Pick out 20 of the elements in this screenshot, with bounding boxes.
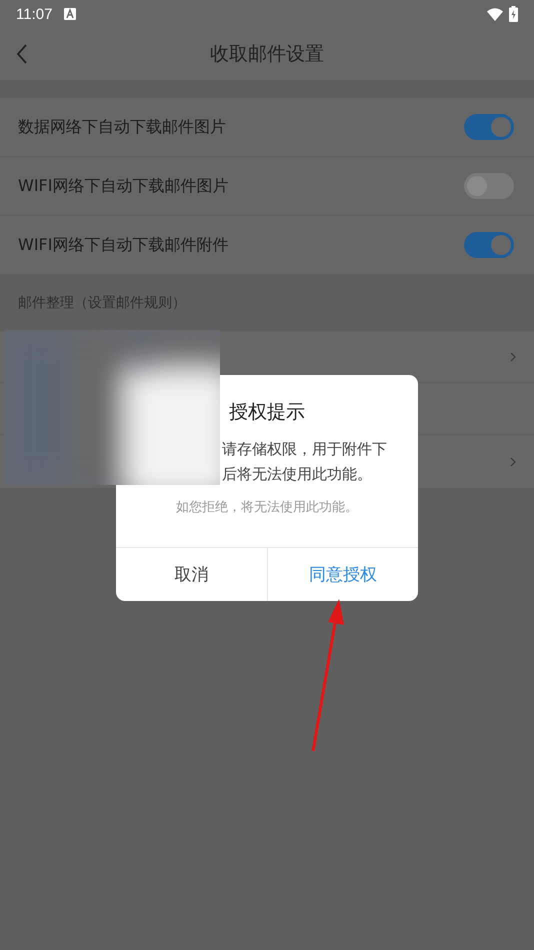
battery-icon: [509, 6, 518, 22]
dialog-message: 请存储权限，用于附件下: [222, 439, 388, 459]
setting-label: WIFI网络下自动下载邮件附件: [18, 234, 230, 256]
setting-label: WIFI网络下自动下载邮件图片: [18, 176, 230, 196]
dialog-message: 后将无法使用此功能。: [222, 464, 373, 484]
back-icon[interactable]: [16, 44, 28, 64]
dialog-note: 如您拒绝，将无法使用此功能。: [175, 499, 359, 516]
cancel-button[interactable]: 取消: [116, 548, 266, 601]
chevron-icon: [510, 456, 516, 466]
toggle-switch[interactable]: [464, 173, 514, 199]
status-time: 11:07: [16, 6, 52, 22]
notification-icon: [64, 8, 76, 20]
page-title: 收取邮件设置: [210, 42, 324, 67]
confirm-button[interactable]: 同意授权: [266, 548, 418, 601]
chevron-icon: [510, 352, 516, 362]
toggle-switch[interactable]: [464, 114, 514, 140]
wifi-icon: [487, 8, 503, 20]
toggle-switch[interactable]: [464, 232, 514, 258]
setting-label: 数据网络下自动下载邮件图片: [18, 116, 227, 138]
dialog-title: 授权提示: [228, 400, 306, 425]
